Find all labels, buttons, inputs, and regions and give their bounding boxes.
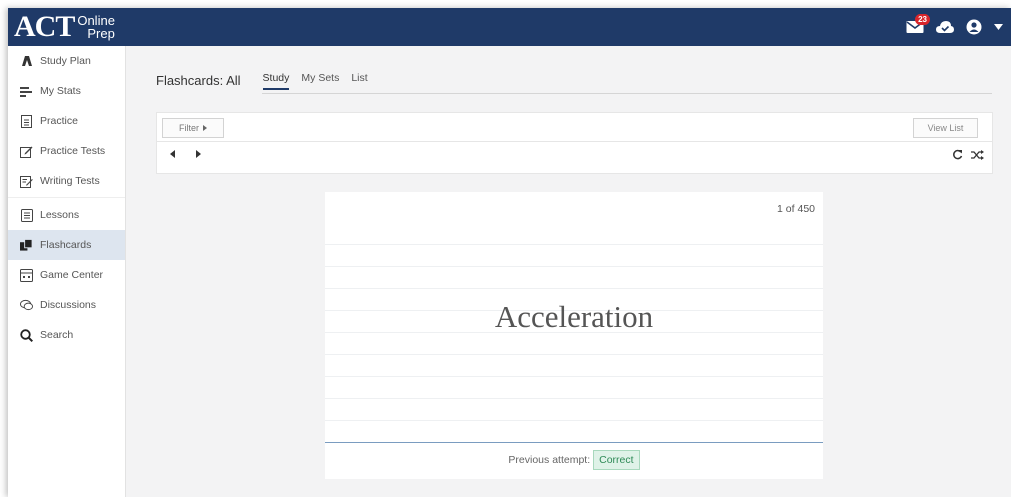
sidebar-item-label: Discussions: [40, 299, 97, 311]
sidebar-item-label: Practice: [40, 115, 78, 127]
sidebar-divider: [8, 197, 125, 198]
card-rule-line: [325, 266, 823, 267]
sidebar-item-flashcards[interactable]: Flashcards: [8, 230, 125, 260]
page-title: Flashcards: All: [156, 73, 241, 88]
previous-attempt-row: Previous attempt: Correct: [325, 450, 823, 470]
user-circle-icon[interactable]: [966, 19, 982, 35]
game-icon: [20, 268, 33, 282]
sidebar-item-discussions[interactable]: Discussions: [8, 290, 125, 320]
shuffle-icon[interactable]: [971, 147, 984, 165]
sidebar-item-label: Flashcards: [40, 239, 92, 251]
title-row: Flashcards: All Study My Sets List: [156, 72, 368, 90]
flashcard-toolbar: Filter View List: [156, 112, 993, 174]
flashcard-tabs: Study My Sets List: [262, 72, 368, 90]
flashcards-icon: [20, 239, 33, 252]
flashcard[interactable]: 1 of 450 Acceleration Previous attempt: …: [325, 192, 823, 479]
card-rule-line: [325, 244, 823, 245]
sidebar-item-game-center[interactable]: Game Center: [8, 260, 125, 290]
title-divider: [262, 93, 992, 94]
card-counter: 1 of 450: [777, 203, 815, 215]
filter-label: Filter: [179, 123, 199, 133]
logo-sub-prep: Prep: [87, 26, 115, 41]
sidebar-item-study-plan[interactable]: Study Plan: [8, 46, 125, 76]
status-badge: Correct: [593, 450, 640, 470]
toolbar-divider: [157, 141, 992, 142]
tab-study[interactable]: Study: [262, 72, 290, 90]
sidebar-item-writing-tests[interactable]: Writing Tests: [8, 166, 125, 196]
sidebar-item-label: Practice Tests: [40, 145, 106, 157]
chat-icon: [20, 299, 33, 312]
tab-my-sets[interactable]: My Sets: [301, 72, 339, 90]
sidebar-nav: Study Plan My Stats Practice Practice Te…: [8, 46, 126, 497]
logo-subtitle: Online Prep: [77, 14, 115, 40]
sidebar-item-my-stats[interactable]: My Stats: [8, 76, 125, 106]
card-rule-line: [325, 354, 823, 355]
notification-badge: 23: [915, 14, 930, 25]
next-card-icon[interactable]: [193, 148, 203, 160]
sidebar-item-label: Lessons: [40, 209, 80, 221]
sidebar-item-practice-tests[interactable]: Practice Tests: [8, 136, 125, 166]
sidebar-item-label: Writing Tests: [40, 175, 100, 187]
writing-icon: [20, 175, 33, 188]
previous-card-icon[interactable]: [167, 148, 177, 160]
sidebar-item-label: Study Plan: [40, 55, 91, 67]
cloud-icon[interactable]: [936, 20, 954, 34]
previous-attempt-label: Previous attempt:: [508, 454, 591, 466]
study-plan-icon: [20, 55, 33, 68]
edit-icon: [20, 145, 33, 158]
caret-right-icon: [203, 123, 207, 133]
flashcard-term: Acceleration: [494, 299, 654, 334]
card-base-line: [325, 442, 823, 443]
card-rule-line: [325, 398, 823, 399]
card-tools: [952, 147, 984, 165]
logo-act-text: ACT: [14, 10, 75, 43]
sidebar-item-label: Game Center: [40, 269, 104, 281]
filter-button[interactable]: Filter: [162, 118, 224, 138]
header-icons: 23: [906, 8, 1003, 46]
card-rule-line: [325, 288, 823, 289]
view-list-button[interactable]: View List: [913, 118, 978, 138]
refresh-icon[interactable]: [952, 147, 963, 165]
top-header: ACT Online Prep 23: [8, 8, 1011, 46]
act-logo[interactable]: ACT Online Prep: [14, 10, 115, 44]
document-icon: [20, 114, 33, 128]
card-rule-line: [325, 420, 823, 421]
sidebar-item-label: My Stats: [40, 85, 81, 97]
sidebar-item-label: Search: [40, 329, 74, 341]
search-icon: [20, 328, 33, 342]
sidebar-item-search[interactable]: Search: [8, 320, 125, 350]
app-window: ACT Online Prep 23 Study Plan My Stats P…: [8, 8, 1011, 497]
card-nav-arrows: [167, 148, 203, 160]
card-rule-line: [325, 376, 823, 377]
sidebar-item-lessons[interactable]: Lessons: [8, 200, 125, 230]
mail-icon[interactable]: 23: [906, 14, 930, 34]
tab-list[interactable]: List: [351, 72, 367, 90]
caret-down-icon[interactable]: [994, 24, 1003, 30]
lessons-icon: [20, 208, 33, 222]
sidebar-item-practice[interactable]: Practice: [8, 106, 125, 136]
stats-icon: [20, 85, 33, 98]
main-content: Flashcards: All Study My Sets List Filte…: [126, 46, 1011, 497]
